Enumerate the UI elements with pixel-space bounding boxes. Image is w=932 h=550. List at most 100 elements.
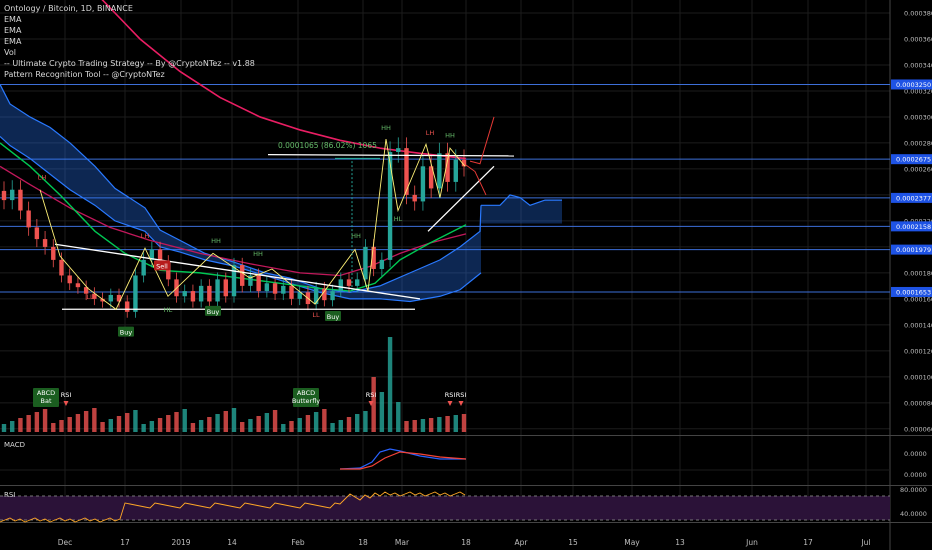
pattern-marker: HH xyxy=(381,124,391,132)
candle-body xyxy=(363,246,368,280)
pattern-marker: LH xyxy=(426,129,435,137)
volume-bar xyxy=(437,417,442,432)
candle-body xyxy=(396,148,401,153)
price-label: 0.0001979 xyxy=(896,246,931,254)
volume-bar xyxy=(289,421,294,432)
candle-body xyxy=(412,194,417,202)
volume-bar xyxy=(182,409,187,432)
volume-bar xyxy=(379,392,385,432)
volume-bar xyxy=(264,413,270,432)
volume-bar xyxy=(59,420,64,432)
x-tick-label: Apr xyxy=(515,538,529,547)
chart-root: Dec 17 2019 14 Feb 18 Mar 18 Apr 15 May 13 Jun 17 Jul 0… xyxy=(0,0,932,550)
volume-bar xyxy=(363,411,368,432)
rsi-band xyxy=(0,496,890,520)
price-label: 0.0002377 xyxy=(896,194,931,202)
volume-bar xyxy=(297,418,302,432)
volume-bar xyxy=(190,423,196,432)
candle-body xyxy=(133,275,138,312)
volume-bar xyxy=(240,422,245,432)
volume-bar xyxy=(281,424,286,432)
volume-bar xyxy=(313,412,319,432)
y-tick-label: 0.0003800 xyxy=(904,9,932,17)
candle-body xyxy=(355,279,360,286)
x-tick-label: Dec xyxy=(58,538,73,547)
candle-body xyxy=(190,291,196,302)
y-tick-label: 0.0001800 xyxy=(904,269,932,277)
candle-body xyxy=(387,152,393,260)
volume-bar xyxy=(305,415,311,432)
candle-body xyxy=(26,210,31,228)
indicator-legend-item[interactable]: EMA xyxy=(4,37,21,47)
candle-body xyxy=(51,246,56,260)
indicator-legend-item[interactable]: Vol xyxy=(4,48,16,58)
indicator-legend-item[interactable]: Pattern Recognition Tool -- @CryptoNTez xyxy=(4,70,165,80)
candle-body xyxy=(67,275,72,284)
pattern-marker: LL xyxy=(312,311,320,319)
candle-body xyxy=(338,279,343,292)
volume-bar xyxy=(231,408,237,432)
volume-bar xyxy=(428,418,434,432)
x-tick-label: 18 xyxy=(461,538,471,547)
candle-body xyxy=(34,227,40,240)
candle-body xyxy=(330,291,335,301)
x-tick-label: Mar xyxy=(395,538,410,547)
pattern-marker: HH xyxy=(351,232,361,240)
candle-body xyxy=(182,291,187,297)
y-tick-label: 0.0002600 xyxy=(904,165,932,173)
volume-bar xyxy=(67,417,72,432)
candle-body xyxy=(18,189,23,211)
chart-canvas[interactable]: Dec 17 2019 14 Feb 18 Mar 18 Apr 15 May 13 Jun 17 Jul 0… xyxy=(0,0,932,550)
rsi-tick: 40.0000 xyxy=(900,510,927,518)
pattern-marker: HH xyxy=(211,237,221,245)
volume-bar xyxy=(100,422,105,432)
volume-bar xyxy=(355,414,360,432)
x-tick-label: 15 xyxy=(568,538,578,547)
candle-body xyxy=(207,285,212,302)
volume-bar xyxy=(149,421,155,432)
candle-body xyxy=(198,285,204,302)
volume-bar xyxy=(330,423,335,432)
indicator-legend-item[interactable]: EMA xyxy=(4,15,21,25)
volume-bar xyxy=(75,414,81,432)
volume-bar xyxy=(51,423,56,432)
pattern-marker: LL xyxy=(86,293,94,301)
indicator-legend-item[interactable]: -- Ultimate Crypto Trading Strategy -- B… xyxy=(4,59,255,69)
measure-label: 0.0001065 (86.02%) 1065 xyxy=(278,141,377,150)
y-tick-label: 0.0000600 xyxy=(904,425,932,433)
indicator-legend-item[interactable]: EMA xyxy=(4,26,21,36)
y-tick-label: 0.0001000 xyxy=(904,373,932,381)
pattern-marker: HL xyxy=(164,306,173,314)
x-tick-label: May xyxy=(624,538,640,547)
y-tick-label: 0.0002800 xyxy=(904,139,932,147)
signal-label: Buy xyxy=(207,308,220,316)
candle-body xyxy=(313,288,319,305)
candle-body xyxy=(231,265,237,297)
volume-bar xyxy=(338,420,343,432)
volume-bar xyxy=(445,416,450,432)
volume-bar xyxy=(461,414,467,432)
candle-body xyxy=(346,279,352,286)
rsi-flag: RSI xyxy=(61,391,72,399)
volume-bar xyxy=(396,402,401,432)
volume-bar xyxy=(166,415,171,432)
volume-bar xyxy=(18,418,23,432)
candle-body xyxy=(75,283,81,288)
x-tick-label: 17 xyxy=(120,538,130,547)
candle-body xyxy=(272,283,278,294)
candle-body xyxy=(215,279,220,302)
volume-bar xyxy=(198,420,204,432)
price-label: 0.0003250 xyxy=(896,81,931,89)
volume-bar xyxy=(92,408,97,432)
pattern-marker: LH xyxy=(141,232,150,240)
rsi-tick: 80.0000 xyxy=(900,486,927,494)
y-tick-label: 0.0000800 xyxy=(904,399,932,407)
volume-bar xyxy=(248,419,253,432)
macd-tick: 0.0000 xyxy=(904,450,927,458)
x-tick-label: 17 xyxy=(803,538,813,547)
candle-body xyxy=(264,283,270,292)
y-tick-label: 0.0001200 xyxy=(904,347,932,355)
y-tick-label: 0.0003600 xyxy=(904,35,932,43)
volume-bar xyxy=(346,417,352,432)
volume-bar xyxy=(453,415,458,432)
